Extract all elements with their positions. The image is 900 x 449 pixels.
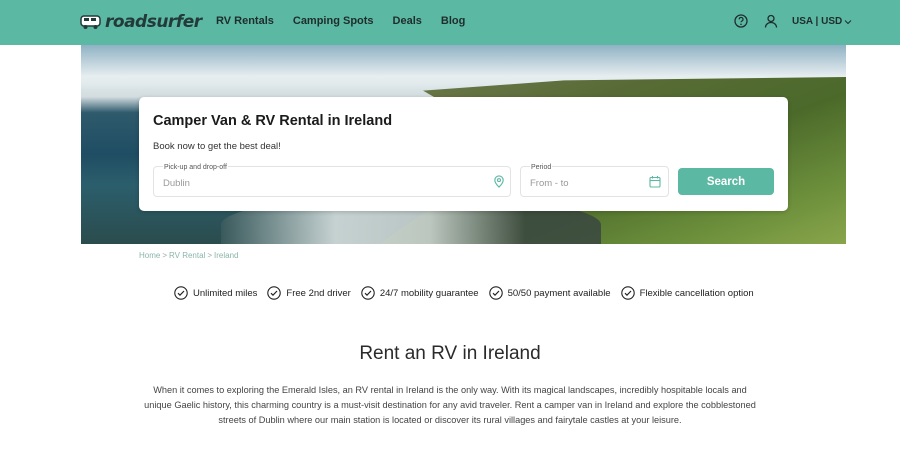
top-header: roadsurfer RV Rentals Camping Spots Deal…	[0, 0, 900, 45]
feature-label: 50/50 payment available	[507, 287, 611, 299]
breadcrumb-home[interactable]: Home	[139, 251, 160, 260]
check-circle-icon	[267, 286, 282, 300]
search-card: Camper Van & RV Rental in Ireland Book n…	[139, 97, 788, 211]
breadcrumb-ireland[interactable]: Ireland	[214, 251, 238, 260]
map-pin-icon	[494, 175, 504, 188]
page-subtitle: Book now to get the best deal!	[153, 141, 281, 152]
breadcrumb-separator: >	[207, 251, 213, 260]
location-field[interactable]: Pick-up and drop-off Dublin	[153, 164, 511, 197]
intro-paragraph: When it comes to exploring the Emerald I…	[144, 385, 756, 425]
feature-label: Unlimited miles	[193, 287, 258, 299]
breadcrumb-separator: >	[162, 251, 168, 260]
period-placeholder: From - to	[530, 178, 569, 189]
breadcrumb-rv-rental[interactable]: RV Rental	[169, 251, 205, 260]
feature-item: Unlimited miles	[174, 286, 257, 300]
feature-label: Flexible cancellation option	[639, 287, 754, 299]
feature-item: Flexible cancellation option	[620, 286, 754, 300]
check-circle-icon	[620, 286, 635, 300]
location-value: Dublin	[163, 178, 190, 189]
features-list: Unlimited miles Free 2nd driver 24/7 mob…	[174, 286, 764, 300]
locale-label: USA | USD	[792, 16, 843, 27]
main-nav: RV Rentals Camping Spots Deals Blog	[216, 15, 484, 27]
breadcrumb: Home > RV Rental > Ireland	[139, 251, 238, 260]
nav-camping-spots[interactable]: Camping Spots	[293, 15, 374, 27]
nav-blog[interactable]: Blog	[441, 15, 465, 27]
page-title: Camper Van & RV Rental in Ireland	[153, 113, 393, 129]
check-circle-icon	[488, 286, 503, 300]
camper-van-icon	[80, 15, 101, 29]
feature-label: 24/7 mobility guarantee	[379, 287, 479, 299]
calendar-icon	[649, 176, 661, 188]
user-icon[interactable]	[764, 14, 778, 28]
nav-rv-rentals[interactable]: RV Rentals	[216, 15, 274, 27]
period-label: Period	[530, 164, 553, 171]
feature-item: Free 2nd driver	[267, 286, 351, 300]
period-field[interactable]: Period From - to	[520, 164, 669, 197]
location-label: Pick-up and drop-off	[163, 164, 228, 171]
nav-deals[interactable]: Deals	[393, 15, 422, 27]
logo[interactable]: roadsurfer	[80, 11, 202, 33]
section-title: Rent an RV in Ireland	[359, 343, 541, 364]
logo-text: roadsurfer	[105, 12, 202, 32]
feature-item: 24/7 mobility guarantee	[361, 286, 479, 300]
help-icon[interactable]	[734, 14, 748, 28]
check-circle-icon	[361, 286, 375, 300]
check-circle-icon	[174, 286, 188, 300]
feature-item: 50/50 payment available	[488, 286, 611, 300]
feature-label: Free 2nd driver	[286, 287, 351, 299]
locale-selector[interactable]: USA | USD	[792, 16, 852, 27]
search-button[interactable]: Search	[678, 168, 774, 195]
chevron-down-icon	[844, 19, 852, 24]
